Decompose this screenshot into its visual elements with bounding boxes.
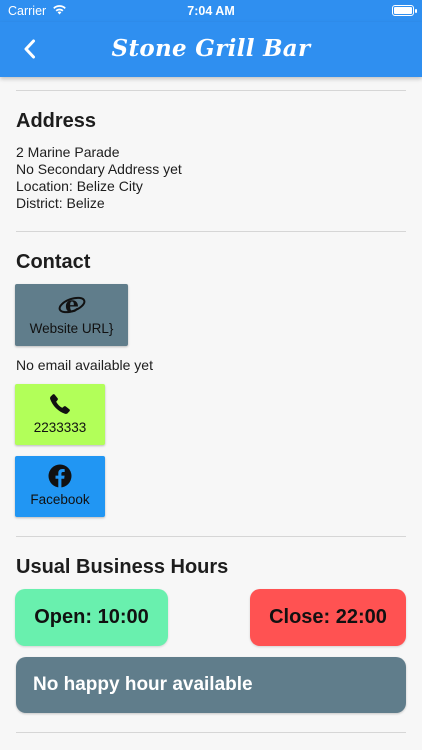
address-line-2: No Secondary Address yet: [16, 161, 182, 177]
open-time-badge: Open: 10:00: [15, 589, 168, 646]
phone-button[interactable]: 2233333: [15, 384, 105, 445]
navigation-bar: Stone Grill Bar: [0, 22, 422, 77]
svg-text:e: e: [65, 292, 79, 318]
clock: 7:04 AM: [187, 4, 235, 18]
website-button[interactable]: e Website URL}: [15, 284, 128, 346]
divider: [16, 231, 406, 232]
close-time-badge: Close: 22:00: [250, 589, 406, 646]
divider: [16, 732, 406, 733]
contact-heading: Contact: [16, 251, 91, 273]
battery-icon: [392, 5, 417, 16]
page-title: Stone Grill Bar: [111, 35, 311, 62]
phone-icon: [15, 392, 105, 418]
phone-number: 2233333: [33, 420, 87, 435]
status-bar: Carrier 7:04 AM: [0, 0, 422, 22]
business-hours-heading: Usual Business Hours: [16, 556, 229, 578]
divider: [16, 90, 406, 91]
internet-explorer-icon: e: [15, 292, 128, 318]
facebook-button[interactable]: Facebook: [15, 456, 105, 517]
facebook-label: Facebook: [30, 492, 90, 507]
address-heading: Address: [16, 110, 97, 132]
happy-hour-banner: No happy hour available: [16, 657, 406, 713]
address-line-1: 2 Marine Parade: [16, 144, 120, 160]
facebook-icon: [15, 464, 105, 490]
divider: [16, 536, 406, 537]
address-location: Location: Belize City: [16, 178, 143, 194]
address-district: District: Belize: [16, 195, 105, 211]
website-label: Website URL}: [29, 321, 114, 336]
email-status: No email available yet: [16, 357, 153, 373]
